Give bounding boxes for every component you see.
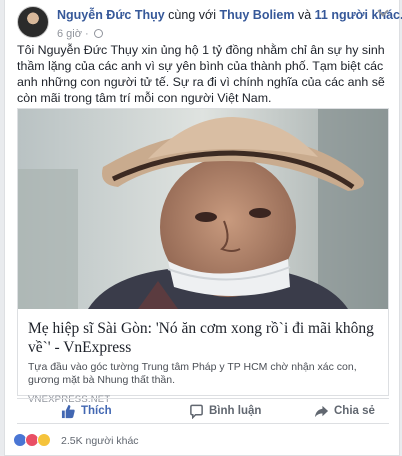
woman-in-hat-photo [18, 109, 388, 309]
comment-label: Bình luận [209, 405, 262, 417]
globe-icon [93, 29, 103, 38]
reactions-count[interactable]: 2.5K người khác [61, 435, 139, 447]
post-actions: Thích Bình luận Chia sẻ [17, 398, 389, 424]
wow-icon [37, 433, 51, 447]
link-title[interactable]: Mẹ hiệp sĩ Sài Gòn: 'Nó ăn cơm xong rồ`i… [28, 319, 378, 357]
chevron-down-icon[interactable] [377, 6, 389, 18]
post-byline: Nguyễn Đức Thụy cùng với Thuy Boliem và … [57, 8, 402, 22]
post-text: Tôi Nguyễn Đức Thụy xin ủng hộ 1 tỷ đồng… [17, 43, 385, 105]
and-text: và [297, 8, 312, 22]
comment-icon [190, 404, 203, 419]
author-name-link[interactable]: Nguyễn Đức Thụy [57, 8, 165, 22]
share-label: Chia sẻ [334, 405, 375, 417]
share-icon [314, 405, 329, 418]
link-description: Tựa đầu vào góc tường Trung tâm Pháp y T… [28, 361, 357, 386]
avatar[interactable] [17, 6, 49, 38]
post-header: Nguyễn Đức Thụy cùng với Thuy Boliem và … [17, 6, 402, 42]
with-text: cùng với [168, 8, 216, 22]
post-time-link[interactable]: 6 giờ · [57, 28, 89, 40]
post-meta: 6 giờ · [57, 28, 103, 40]
link-preview-card[interactable]: Mẹ hiệp sĩ Sài Gòn: 'Nó ăn cơm xong rồ`i… [17, 108, 389, 405]
thumbs-up-icon [61, 404, 75, 419]
tagged-person-link[interactable]: Thuy Boliem [219, 8, 294, 22]
link-preview-info[interactable]: Mẹ hiệp sĩ Sài Gòn: 'Nó ăn cơm xong rồ`i… [18, 309, 388, 405]
reactions-summary[interactable]: 2.5K người khác [13, 432, 402, 450]
like-label: Thích [81, 405, 112, 417]
feed-post: Nguyễn Đức Thụy cùng với Thuy Boliem và … [4, 0, 402, 456]
link-preview-image[interactable] [18, 109, 388, 309]
